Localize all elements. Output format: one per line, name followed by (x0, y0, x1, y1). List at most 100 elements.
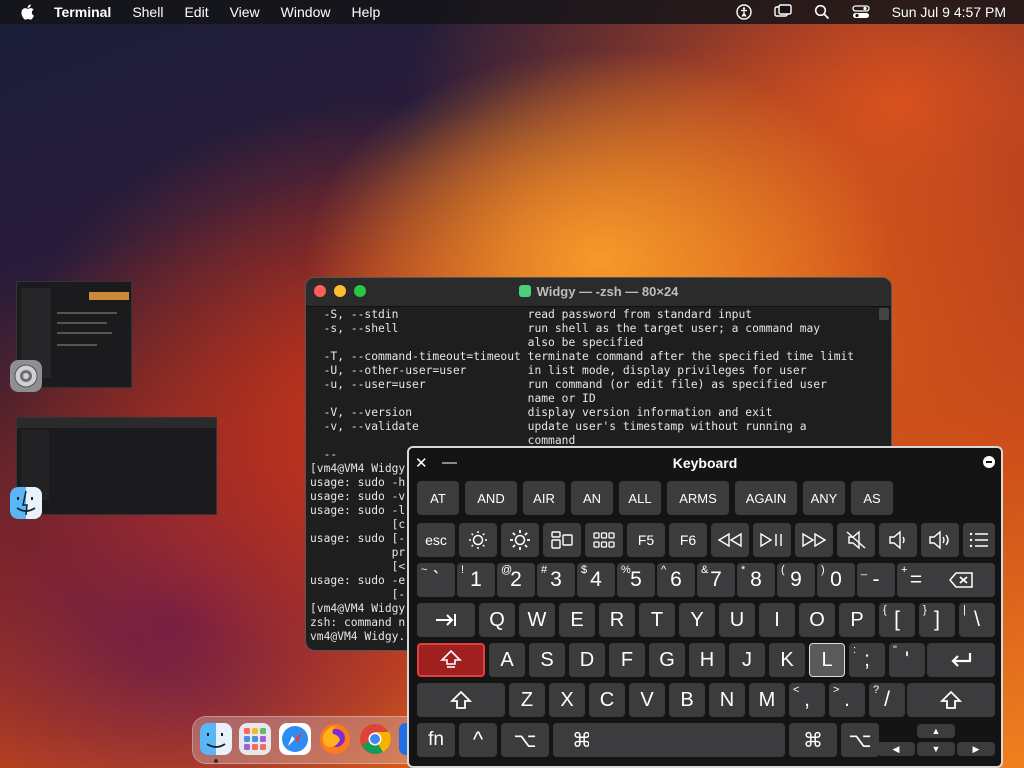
key-g[interactable]: G (649, 643, 685, 677)
key-3[interactable]: #3 (537, 563, 575, 597)
key-delete[interactable] (927, 563, 995, 597)
key-m[interactable]: M (749, 683, 785, 717)
key-s[interactable]: S (529, 643, 565, 677)
key-8[interactable]: * 8 (737, 563, 775, 597)
key-backslash[interactable]: | \ (959, 603, 995, 637)
key-l[interactable]: L (809, 643, 845, 677)
key-i[interactable]: I (759, 603, 795, 637)
dock-finder-icon[interactable] (200, 723, 232, 755)
suggestion-at[interactable]: AT (417, 481, 459, 515)
key-6[interactable]: ^ 6 (657, 563, 695, 597)
key-b[interactable]: B (669, 683, 705, 717)
dock-launchpad-icon[interactable] (239, 723, 271, 755)
menu-help[interactable]: Help (351, 4, 380, 20)
suggestion-again[interactable]: AGAIN (735, 481, 797, 515)
suggestion-air[interactable]: AIR (523, 481, 565, 515)
key-q[interactable]: Q (479, 603, 515, 637)
key-=[interactable]: + = (897, 563, 935, 597)
key-o[interactable]: O (799, 603, 835, 637)
key-period[interactable]: >. (829, 683, 865, 717)
key-5[interactable]: % 5 (617, 563, 655, 597)
key-shift-left[interactable] (417, 683, 505, 717)
key-e[interactable]: E (559, 603, 595, 637)
key-brightness-down[interactable] (459, 523, 497, 557)
dock-firefox-icon[interactable] (319, 723, 351, 755)
key-c[interactable]: C (589, 683, 625, 717)
spotlight-search-icon[interactable] (814, 4, 830, 20)
key-rewind[interactable] (711, 523, 749, 557)
key-close-bracket[interactable]: }] (919, 603, 955, 637)
key-a[interactable]: A (489, 643, 525, 677)
key-k[interactable]: K (769, 643, 805, 677)
suggestion-arms[interactable]: ARMS (667, 481, 729, 515)
keyboard-viewer[interactable]: ✕ — Keyboard esc F5 F6 fn ^ ⌥ ⌘ ⌘ ⌥ ▲ ◀ … (407, 446, 1003, 768)
key-9[interactable]: (9 (777, 563, 815, 597)
key-arrow-up[interactable]: ▲ (917, 724, 955, 738)
key-esc[interactable]: esc (417, 523, 455, 557)
key-list[interactable] (963, 523, 995, 557)
menu-shell[interactable]: Shell (132, 4, 163, 20)
key-fn[interactable]: fn (417, 723, 455, 757)
suggestion-an[interactable]: AN (571, 481, 613, 515)
key-mute[interactable] (837, 523, 875, 557)
control-center-icon[interactable] (851, 4, 870, 20)
key-0[interactable]: ) 0 (817, 563, 855, 597)
suggestion-as[interactable]: AS (851, 481, 893, 515)
key-t[interactable]: T (639, 603, 675, 637)
key-w[interactable]: W (519, 603, 555, 637)
key-u[interactable]: U (719, 603, 755, 637)
key-4[interactable]: $4 (577, 563, 615, 597)
key-semicolon[interactable]: :; (849, 643, 885, 677)
key-mission-control[interactable] (543, 523, 581, 557)
finder-icon[interactable] (10, 487, 42, 519)
key-quote[interactable]: " ' (889, 643, 925, 677)
key-shift-right[interactable] (907, 683, 995, 717)
key-volume-up[interactable] (921, 523, 959, 557)
key-2[interactable]: @2 (497, 563, 535, 597)
key-f[interactable]: F (609, 643, 645, 677)
key-comma[interactable]: <, (789, 683, 825, 717)
key-arrow-down[interactable]: ▼ (917, 742, 955, 756)
key-7[interactable]: & 7 (697, 563, 735, 597)
suggestion-any[interactable]: ANY (803, 481, 845, 515)
key-r[interactable]: R (599, 603, 635, 637)
key-h[interactable]: H (689, 643, 725, 677)
system-settings-icon[interactable] (10, 360, 42, 392)
key-command-right[interactable]: ⌘ (789, 723, 837, 757)
suggestion-and[interactable]: AND (465, 481, 517, 515)
key-tab[interactable] (417, 603, 475, 637)
key-arrow-right[interactable]: ▶ (957, 742, 995, 756)
key-`[interactable]: ~ ` (417, 563, 455, 597)
window-thumbnail-finder[interactable] (16, 417, 217, 515)
key-launchpad[interactable] (585, 523, 623, 557)
key-1[interactable]: ! 1 (457, 563, 495, 597)
key-n[interactable]: N (709, 683, 745, 717)
key-control[interactable]: ^ (459, 723, 497, 757)
key-caps-lock[interactable] (417, 643, 485, 677)
terminal-titlebar[interactable]: Widgy — -zsh — 80×24 (306, 278, 891, 307)
key-d[interactable]: D (569, 643, 605, 677)
key-slash[interactable]: ? / (869, 683, 905, 717)
menu-edit[interactable]: Edit (184, 4, 208, 20)
keyboard-options-icon[interactable] (983, 456, 995, 468)
accessibility-icon[interactable] (735, 4, 752, 20)
key-space[interactable] (589, 723, 785, 757)
key-brightness-up[interactable] (501, 523, 539, 557)
key-j[interactable]: J (729, 643, 765, 677)
key-return[interactable] (927, 643, 995, 677)
menu-clock[interactable]: Sun Jul 9 4:57 PM (892, 4, 1006, 20)
screen-mirroring-icon[interactable] (773, 4, 792, 20)
key-x[interactable]: X (549, 683, 585, 717)
key-arrow-left[interactable]: ◀ (877, 742, 915, 756)
key-option-left[interactable]: ⌥ (501, 723, 549, 757)
menu-view[interactable]: View (230, 4, 260, 20)
key-fast-forward[interactable] (795, 523, 833, 557)
dock-safari-icon[interactable] (279, 723, 311, 755)
key-y[interactable]: Y (679, 603, 715, 637)
key-z[interactable]: Z (509, 683, 545, 717)
key-p[interactable]: P (839, 603, 875, 637)
key--[interactable]: _ - (857, 563, 895, 597)
key-f6[interactable]: F6 (669, 523, 707, 557)
key-option-right[interactable]: ⌥ (841, 723, 879, 757)
key-volume-down[interactable] (879, 523, 917, 557)
